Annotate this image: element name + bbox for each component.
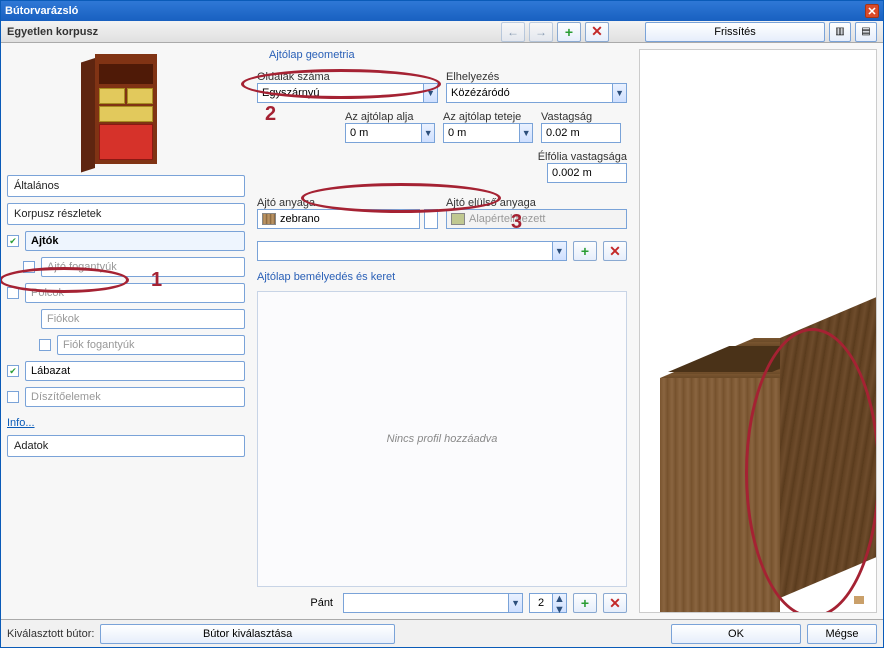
toolbar-extra1-button[interactable]: ▥ [829, 22, 851, 42]
hinge-delete-button[interactable]: ✕ [603, 593, 627, 613]
wizard-window: Bútorvarázsló ✕ Egyetlen korpusz + ✕ Fri… [0, 0, 884, 648]
edgefoil-input[interactable] [547, 163, 627, 183]
ok-button[interactable]: OK [671, 624, 801, 644]
sides-combo[interactable] [257, 83, 423, 103]
sheet-icon: ▤ [861, 26, 870, 37]
main-area: Általános Korpusz részletek ✔ Ajtók Ajtó… [1, 43, 883, 619]
x-icon: ✕ [591, 23, 603, 40]
toolbar-add-button[interactable]: + [557, 22, 581, 42]
titlebar: Bútorvarázsló ✕ [1, 1, 883, 21]
toolbar-delete-button[interactable]: ✕ [585, 22, 609, 42]
sidebar-item-data[interactable]: Adatok [7, 435, 245, 457]
plus-icon: + [581, 595, 589, 611]
profile-empty-text: Nincs profil hozzáadva [387, 433, 498, 445]
doors-checkbox[interactable]: ✔ [7, 235, 19, 247]
thumbnail-image [81, 54, 171, 164]
furniture-thumbnail [7, 49, 245, 169]
door-handles-checkbox[interactable] [23, 261, 35, 273]
hinge-label: Pánt [257, 597, 337, 609]
footer: Kiválasztott bútor: Bútor kiválasztása O… [1, 619, 883, 647]
decor-checkbox[interactable] [7, 391, 19, 403]
arrow-left-icon [507, 25, 519, 39]
hinge-add-button[interactable]: + [573, 593, 597, 613]
sides-label: Oldalak száma [257, 71, 438, 83]
x-icon: ✕ [609, 243, 621, 260]
front-material-label: Ajtó elülső anyaga [446, 197, 627, 209]
bottom-label: Az ajtólap alja [345, 111, 435, 123]
chevron-down-icon[interactable]: ▼ [612, 83, 627, 103]
edgefoil-label: Élfólia vastagsága [507, 151, 627, 163]
selected-furniture-label: Kiválasztott bútor: [7, 628, 94, 640]
window-title: Bútorvarázsló [5, 5, 78, 17]
cancel-button[interactable]: Mégse [807, 624, 877, 644]
close-icon: ✕ [867, 5, 876, 18]
plus-icon: + [581, 243, 589, 259]
thickness-label: Vastagság [541, 111, 621, 123]
furniture-3d-model [660, 338, 870, 613]
front-material-picker: Alapértelmezett [446, 209, 627, 229]
refresh-button[interactable]: Frissítés [645, 22, 825, 42]
middle-panel: Ajtólap geometria Oldalak száma ▼ Elhely… [251, 43, 633, 619]
sidebar-item-shelves[interactable]: Polcok [25, 283, 245, 303]
palette-icon: ▥ [835, 26, 844, 37]
refresh-label: Frissítés [714, 26, 756, 38]
top-label: Az ajtólap teteje [443, 111, 533, 123]
hinge-count-input[interactable] [529, 593, 553, 613]
plus-icon: + [565, 24, 573, 40]
sidebar-item-plinth[interactable]: Lábazat [25, 361, 245, 381]
sidebar-item-door-handles[interactable]: Ajtó fogantyúk [41, 257, 245, 277]
x-icon: ✕ [609, 595, 621, 612]
chevron-down-icon[interactable]: ▼ [552, 241, 567, 261]
chevron-down-icon[interactable]: ▼ [519, 123, 533, 143]
sidebar-item-drawer-handles[interactable]: Fiók fogantyúk [57, 335, 245, 355]
info-link[interactable]: Info... [7, 417, 35, 429]
drawers-spacer [23, 313, 35, 325]
plinth-checkbox[interactable]: ✔ [7, 365, 19, 377]
spinner-down-icon[interactable]: ▼ [553, 605, 566, 616]
window-close-button[interactable]: ✕ [865, 4, 879, 18]
chevron-down-icon[interactable]: ▼ [421, 123, 435, 143]
sidebar-item-drawers[interactable]: Fiókok [41, 309, 245, 329]
preview-3d-viewport[interactable] [639, 49, 877, 613]
material-swatch-icon [451, 213, 465, 225]
material-swatch-icon [262, 213, 276, 225]
geometry-group-label: Ajtólap geometria [269, 49, 627, 61]
placement-combo[interactable] [446, 83, 612, 103]
corpus-title: Egyetlen korpusz [7, 26, 98, 38]
bottom-combo[interactable] [345, 123, 421, 143]
thickness-input[interactable] [541, 123, 621, 143]
placement-label: Elhelyezés [446, 71, 627, 83]
profile-preview: Nincs profil hozzáadva [257, 291, 627, 587]
sidebar-item-general[interactable]: Általános [7, 175, 245, 197]
nav-forward-button[interactable] [529, 22, 553, 42]
arrow-right-icon [535, 25, 547, 39]
door-material-label: Ajtó anyaga [257, 197, 438, 209]
toolbar-extra2-button[interactable]: ▤ [855, 22, 877, 42]
shelves-checkbox[interactable] [7, 287, 19, 299]
door-material-override-checkbox[interactable] [424, 209, 438, 229]
hinge-count-spinner[interactable]: ▲▼ [529, 593, 567, 613]
top-combo[interactable] [443, 123, 519, 143]
recess-frame-group-label: Ajtólap bemélyedés és keret [257, 271, 627, 283]
sidebar-item-corpus-details[interactable]: Korpusz részletek [7, 203, 245, 225]
profile-delete-button[interactable]: ✕ [603, 241, 627, 261]
hinge-combo[interactable] [343, 593, 508, 613]
door-material-picker[interactable]: zebrano [257, 209, 420, 229]
sidebar-item-decorations[interactable]: Díszítőelemek [25, 387, 245, 407]
nav-back-button[interactable] [501, 22, 525, 42]
drawer-handles-checkbox[interactable] [39, 339, 51, 351]
toolbar: Egyetlen korpusz + ✕ Frissítés ▥ ▤ [1, 21, 883, 43]
chevron-down-icon[interactable]: ▼ [508, 593, 523, 613]
pick-furniture-button[interactable]: Bútor kiválasztása [100, 624, 394, 644]
chevron-down-icon[interactable]: ▼ [423, 83, 438, 103]
right-panel [633, 43, 883, 619]
sidebar-item-doors[interactable]: Ajtók [25, 231, 245, 251]
profile-list-combo[interactable] [257, 241, 552, 261]
left-panel: Általános Korpusz részletek ✔ Ajtók Ajtó… [1, 43, 251, 619]
profile-add-button[interactable]: + [573, 241, 597, 261]
